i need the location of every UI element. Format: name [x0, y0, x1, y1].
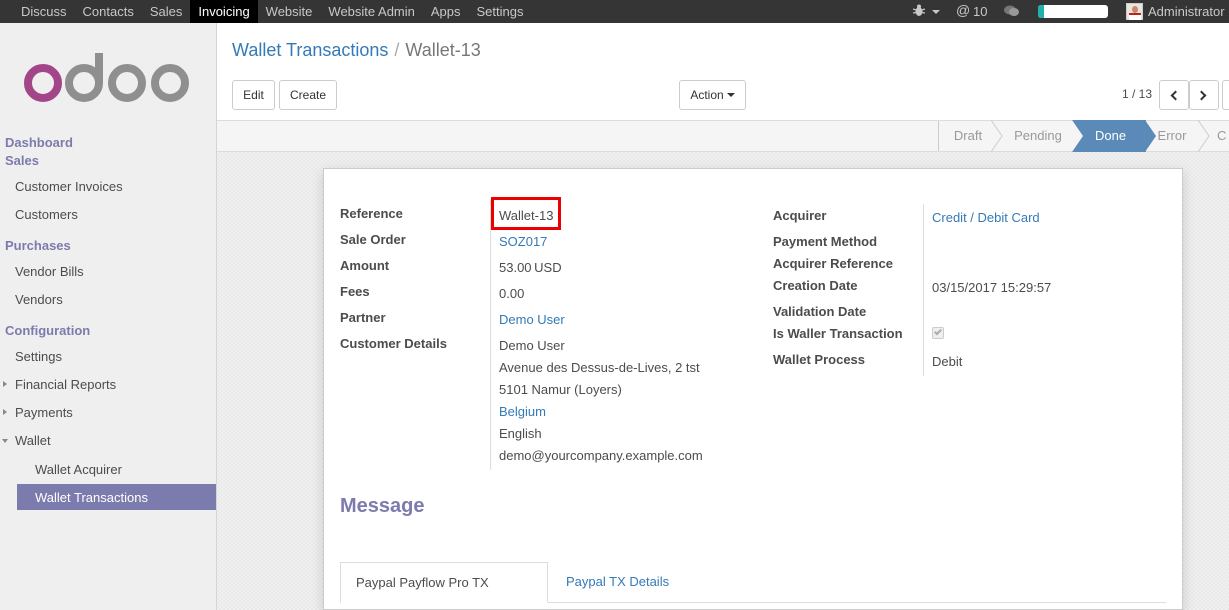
edit-button[interactable]: Edit [232, 80, 275, 110]
is-wallet-transaction-label: Is Waller Transaction [773, 326, 903, 341]
bug-icon[interactable] [913, 4, 925, 17]
caret-right-icon[interactable] [3, 409, 7, 415]
chevron-right-icon [1196, 90, 1207, 101]
customer-name: Demo User [499, 338, 565, 353]
user-name[interactable]: Administrator [1148, 0, 1225, 23]
sidebar-item-vendors[interactable]: Vendors [15, 292, 63, 307]
acquirer-label: Acquirer [773, 208, 827, 223]
view-switch-button[interactable] [1222, 80, 1229, 110]
fees-label: Fees [340, 284, 370, 299]
checkmark-icon [934, 327, 942, 336]
amount-number: 53.00 [499, 260, 532, 275]
menu-apps[interactable]: Apps [423, 0, 469, 23]
customer-street: Avenue des Dessus-de-Lives, 2 tst [499, 360, 700, 375]
caret-down-icon[interactable] [2, 439, 8, 443]
sale-order-label: Sale Order [340, 232, 406, 247]
create-button[interactable]: Create [279, 80, 337, 110]
sidebar-item-customers[interactable]: Customers [15, 207, 78, 222]
message-heading: Message [340, 495, 425, 517]
highlight-box [491, 197, 561, 230]
sidebar-item-wallet-transactions[interactable]: Wallet Transactions [17, 484, 216, 510]
breadcrumb: Wallet Transactions / Wallet-13 [232, 40, 481, 61]
stage-draft[interactable]: Draft [939, 120, 997, 152]
menu-invoicing[interactable]: Invoicing [190, 0, 258, 23]
amount-label: Amount [340, 258, 390, 273]
partner-link[interactable]: Demo User [499, 312, 565, 327]
breadcrumb-parent[interactable]: Wallet Transactions [232, 40, 388, 60]
mentions-count[interactable]: 10 [973, 0, 987, 23]
acquirer-reference-label: Acquirer Reference [773, 256, 893, 271]
odoo-logo[interactable] [22, 49, 192, 109]
stage-separator [1198, 120, 1210, 152]
sidebar-item-wallet-acquirer[interactable]: Wallet Acquirer [35, 462, 122, 477]
stage-error[interactable]: Error [1152, 120, 1192, 152]
menu-discuss[interactable]: Discuss [13, 0, 75, 23]
stage-done[interactable]: Done [1072, 120, 1156, 152]
chat-icon[interactable] [1004, 5, 1019, 17]
amount-value: 53.00 USD [499, 260, 562, 275]
divider [923, 204, 924, 376]
caret-right-icon[interactable] [3, 381, 7, 387]
sale-order-link[interactable]: SOZ017 [499, 234, 547, 249]
stage-cancel[interactable]: C [1217, 120, 1229, 152]
sidebar-section-sales: Sales [5, 153, 39, 168]
customer-language: English [499, 426, 542, 441]
action-button[interactable]: Action [679, 80, 746, 110]
creation-date-label: Creation Date [773, 278, 858, 293]
progress-fill [1038, 5, 1044, 18]
wallet-process-value: Debit [932, 354, 963, 369]
form-sheet [323, 168, 1183, 610]
payment-method-label: Payment Method [773, 234, 878, 249]
creation-date-value: 03/15/2017 15:29:57 [932, 280, 1052, 295]
fees-value: 0.00 [499, 286, 525, 301]
pager-next-button[interactable] [1189, 80, 1219, 110]
customer-email: demo@yourcompany.example.com [499, 448, 703, 463]
sidebar-item-label: Wallet Transactions [35, 490, 148, 505]
app-menu: Discuss Contacts Sales Invoicing Website… [13, 0, 532, 23]
menu-website-admin[interactable]: Website Admin [320, 0, 422, 23]
tab-paypal-tx[interactable]: Paypal TX Details [551, 562, 684, 603]
divider [490, 200, 491, 470]
sidebar-item-financial-reports[interactable]: Financial Reports [15, 377, 116, 392]
partner-label: Partner [340, 310, 386, 325]
validation-date-label: Validation Date [773, 304, 867, 319]
reference-label: Reference [340, 206, 403, 221]
is-wallet-transaction-checkbox [932, 327, 944, 339]
pager-value[interactable]: 1 / 13 [1122, 87, 1152, 101]
tab-paypal-payflow-pro[interactable]: Paypal Payflow Pro TX Details [340, 562, 548, 603]
sidebar-section-configuration: Configuration [5, 323, 91, 338]
menu-website[interactable]: Website [258, 0, 321, 23]
menu-sales[interactable]: Sales [142, 0, 191, 23]
top-navbar: Discuss Contacts Sales Invoicing Website… [0, 0, 1229, 23]
stage-pending[interactable]: Pending [1002, 120, 1074, 152]
sidebar-item-wallet[interactable]: Wallet [15, 433, 51, 448]
menu-settings[interactable]: Settings [469, 0, 532, 23]
chevron-down-icon[interactable] [932, 10, 940, 14]
sidebar-item-vendor-bills[interactable]: Vendor Bills [15, 264, 84, 279]
sidebar-item-settings[interactable]: Settings [15, 349, 62, 364]
sidebar: Dashboard Sales Customer Invoices Custom… [0, 23, 217, 610]
menu-contacts[interactable]: Contacts [75, 0, 142, 23]
breadcrumb-separator: / [394, 40, 400, 60]
customer-country[interactable]: Belgium [499, 404, 546, 419]
breadcrumb-current: Wallet-13 [405, 40, 481, 60]
acquirer-link[interactable]: Credit / Debit Card [932, 210, 1040, 225]
onboarding-progress-bar[interactable] [1038, 5, 1108, 18]
at-icon[interactable]: @ [956, 2, 970, 19]
sidebar-section-purchases: Purchases [5, 238, 71, 253]
customer-details-label: Customer Details [340, 336, 447, 351]
pager-previous-button[interactable] [1159, 80, 1189, 110]
chevron-down-icon [726, 93, 735, 97]
wallet-process-label: Wallet Process [773, 352, 866, 367]
chevron-left-icon [1170, 90, 1181, 101]
sidebar-item-customer-invoices[interactable]: Customer Invoices [15, 179, 123, 194]
avatar[interactable] [1126, 3, 1143, 20]
stage-done-label: Done [1095, 128, 1127, 143]
amount-currency: USD [534, 260, 562, 275]
sidebar-item-payments[interactable]: Payments [15, 405, 73, 420]
sidebar-item-dashboard[interactable]: Dashboard [5, 135, 73, 150]
action-label: Action [690, 88, 724, 102]
customer-city: 5101 Namur (Loyers) [499, 382, 622, 397]
